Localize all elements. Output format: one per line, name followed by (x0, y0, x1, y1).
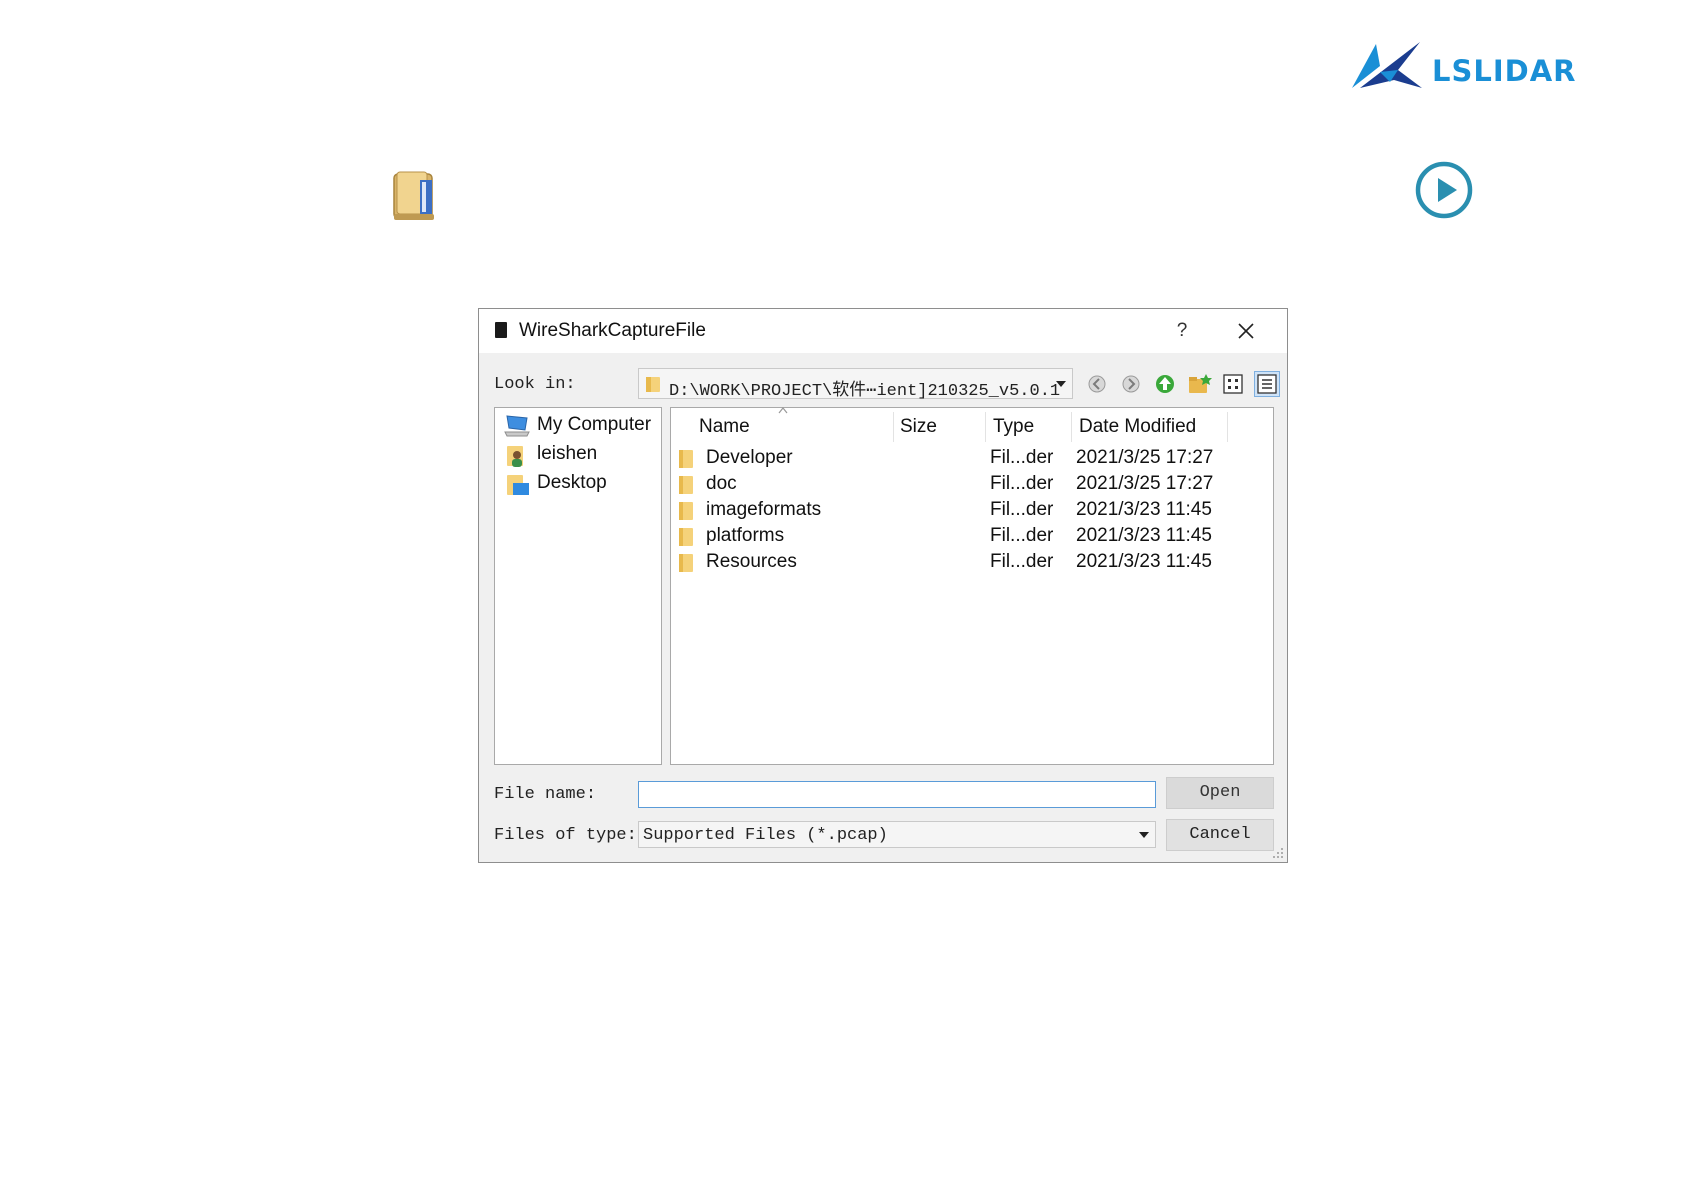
file-name: doc (706, 473, 737, 494)
file-type-value: Supported Files (*.pcap) (643, 826, 888, 845)
file-name: imageformats (706, 499, 822, 520)
back-button[interactable] (1084, 371, 1110, 397)
resize-grip-icon[interactable] (1272, 847, 1284, 859)
user-folder-icon (507, 446, 523, 467)
close-button[interactable] (1231, 316, 1261, 346)
play-icon[interactable] (1414, 160, 1474, 220)
chevron-down-icon (1056, 380, 1066, 387)
sidebar-item-label: My Computer (537, 414, 652, 435)
play-button[interactable] (1414, 160, 1474, 220)
column-header-size[interactable]: Size (900, 416, 937, 438)
forward-button[interactable] (1118, 371, 1144, 397)
sidebar-item-my-computer[interactable]: My Computer (503, 412, 658, 440)
file-type-select[interactable]: Supported Files (*.pcap) (638, 821, 1156, 848)
folder-icon (679, 476, 693, 494)
table-row[interactable]: imageformats Fil...der 2021/3/23 11:45 (671, 498, 1271, 524)
help-button[interactable]: ? (1167, 317, 1197, 345)
file-open-dialog: WireSharkCaptureFile ? Look in: D:\WORK\… (478, 308, 1288, 863)
app-window-icon (495, 322, 507, 338)
dialog-titlebar[interactable]: WireSharkCaptureFile ? (479, 309, 1287, 353)
file-type-label: Files of type: (494, 826, 637, 845)
parent-folder-button[interactable] (1152, 371, 1178, 397)
look-in-combobox[interactable]: D:\WORK\PROJECT\软件⋯ient]210325_v5.0.1 (638, 368, 1073, 401)
file-date: 2021/3/23 11:45 (1076, 551, 1212, 572)
folder-icon (679, 528, 693, 546)
sidebar-item-label: Desktop (537, 472, 607, 493)
file-name-label: File name: (494, 785, 597, 804)
forward-icon[interactable] (1118, 371, 1144, 397)
folder-icon (679, 450, 693, 468)
chevron-down-icon (1139, 831, 1149, 838)
list-view-icon[interactable] (1220, 371, 1246, 397)
table-row[interactable]: doc Fil...der 2021/3/25 17:27 (671, 472, 1271, 498)
parent-folder-icon[interactable] (1152, 371, 1178, 397)
column-header-name[interactable]: Name (699, 416, 750, 438)
table-row[interactable]: platforms Fil...der 2021/3/23 11:45 (671, 524, 1271, 550)
file-type: Fil...der (990, 551, 1054, 572)
file-name: Developer (706, 447, 793, 468)
detail-view-icon[interactable] (1255, 372, 1279, 396)
look-in-path: D:\WORK\PROJECT\软件⋯ient]210325_v5.0.1 (669, 382, 1061, 401)
cancel-button[interactable]: Cancel (1166, 819, 1274, 851)
file-date: 2021/3/23 11:45 (1076, 499, 1212, 520)
file-type: Fil...der (990, 447, 1054, 468)
detail-view-button[interactable] (1254, 371, 1280, 397)
file-name-input[interactable] (638, 781, 1156, 808)
file-type: Fil...der (990, 473, 1054, 494)
new-folder-icon[interactable] (1186, 371, 1212, 397)
sort-ascending-icon (778, 407, 788, 414)
look-in-label: Look in: (494, 375, 576, 394)
file-type: Fil...der (990, 499, 1054, 520)
lslidar-logo: LSLIDAR (1350, 36, 1600, 92)
new-folder-button[interactable] (1186, 371, 1212, 397)
file-list: Name Size Type Date Modified Developer F… (670, 407, 1274, 765)
logo-mark-icon (1352, 42, 1422, 88)
sidebar-item-label: leishen (537, 443, 598, 464)
back-icon[interactable] (1084, 371, 1110, 397)
logo-text: LSLIDAR (1432, 54, 1577, 88)
column-header-date-modified[interactable]: Date Modified (1079, 416, 1196, 438)
file-name: platforms (706, 525, 785, 546)
computer-icon (504, 415, 530, 437)
sidebar-item-leishen[interactable]: leishen (503, 441, 658, 469)
sidebar-item-desktop[interactable]: Desktop (503, 470, 658, 498)
folder-icon (679, 502, 693, 520)
open-button[interactable]: Open (1166, 777, 1274, 809)
open-folder-app-icon[interactable] (392, 170, 438, 222)
dialog-title: WireSharkCaptureFile (519, 320, 706, 341)
file-date: 2021/3/23 11:45 (1076, 525, 1212, 546)
table-row[interactable]: Developer Fil...der 2021/3/25 17:27 (671, 446, 1271, 472)
table-row[interactable]: Resources Fil...der 2021/3/23 11:45 (671, 550, 1271, 576)
places-sidebar: My Computer leishen Desktop (494, 407, 662, 765)
desktop-icon (507, 475, 529, 495)
file-type: Fil...der (990, 525, 1054, 546)
file-date: 2021/3/25 17:27 (1076, 447, 1214, 468)
list-view-button[interactable] (1220, 371, 1246, 397)
column-header-type[interactable]: Type (993, 416, 1034, 438)
close-icon[interactable] (1231, 316, 1261, 346)
folder-icon (679, 554, 693, 572)
file-name: Resources (706, 551, 797, 572)
folder-icon (646, 377, 660, 392)
file-date: 2021/3/25 17:27 (1076, 473, 1214, 494)
